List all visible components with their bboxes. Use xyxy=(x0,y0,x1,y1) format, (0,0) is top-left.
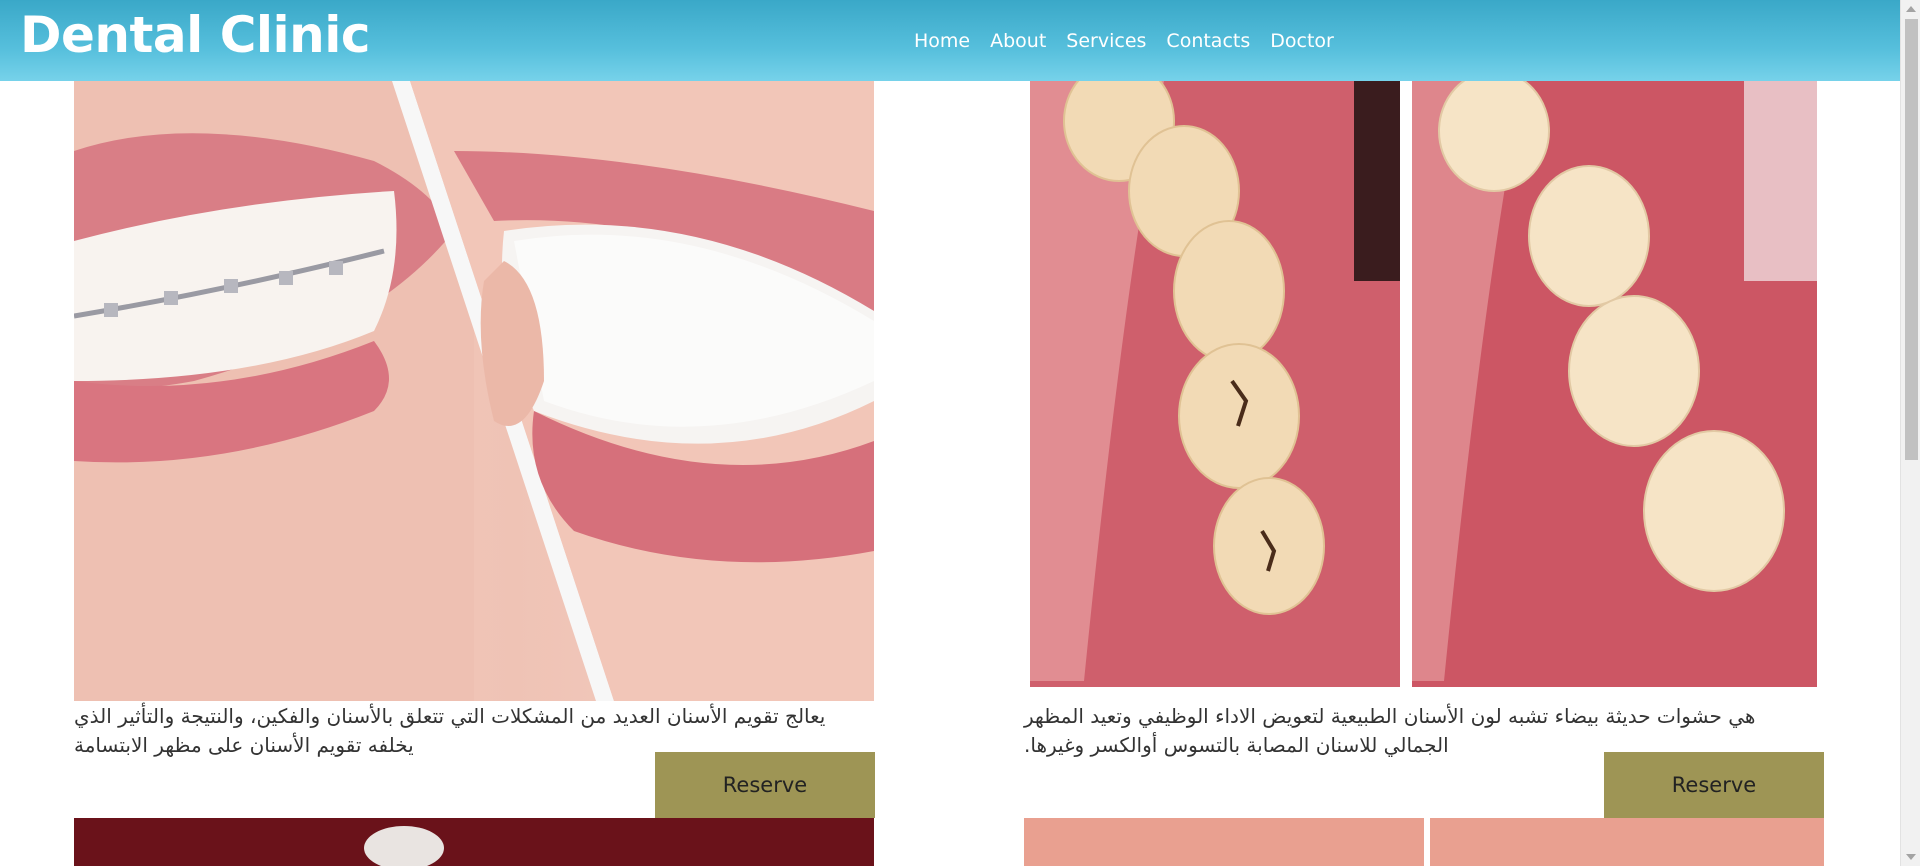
braces-aligners-image xyxy=(74,81,874,701)
reserve-button-fillings[interactable]: Reserve xyxy=(1604,752,1824,818)
brand-logo[interactable]: Dental Clinic xyxy=(20,6,371,64)
scroll-up-arrow-icon[interactable] xyxy=(1901,0,1920,17)
nav-link-contacts[interactable]: Contacts xyxy=(1166,30,1250,52)
nav-link-doctor[interactable]: Doctor xyxy=(1270,30,1334,52)
navbar: Dental Clinic Home About Services Contac… xyxy=(0,0,1900,81)
reserve-button-braces[interactable]: Reserve xyxy=(655,752,875,818)
nav-menu: Home About Services Contacts Doctor xyxy=(914,30,1334,52)
nav-link-about[interactable]: About xyxy=(990,30,1046,52)
scroll-thumb[interactable] xyxy=(1905,19,1918,460)
nav-link-home[interactable]: Home xyxy=(914,30,970,52)
page-scrollbar[interactable] xyxy=(1900,0,1920,866)
dental-image-3 xyxy=(74,818,874,866)
scroll-down-arrow-icon[interactable] xyxy=(1901,849,1920,866)
tooth-fillings-image xyxy=(1024,81,1824,701)
nav-link-services[interactable]: Services xyxy=(1066,30,1146,52)
dental-image-4 xyxy=(1024,818,1824,866)
